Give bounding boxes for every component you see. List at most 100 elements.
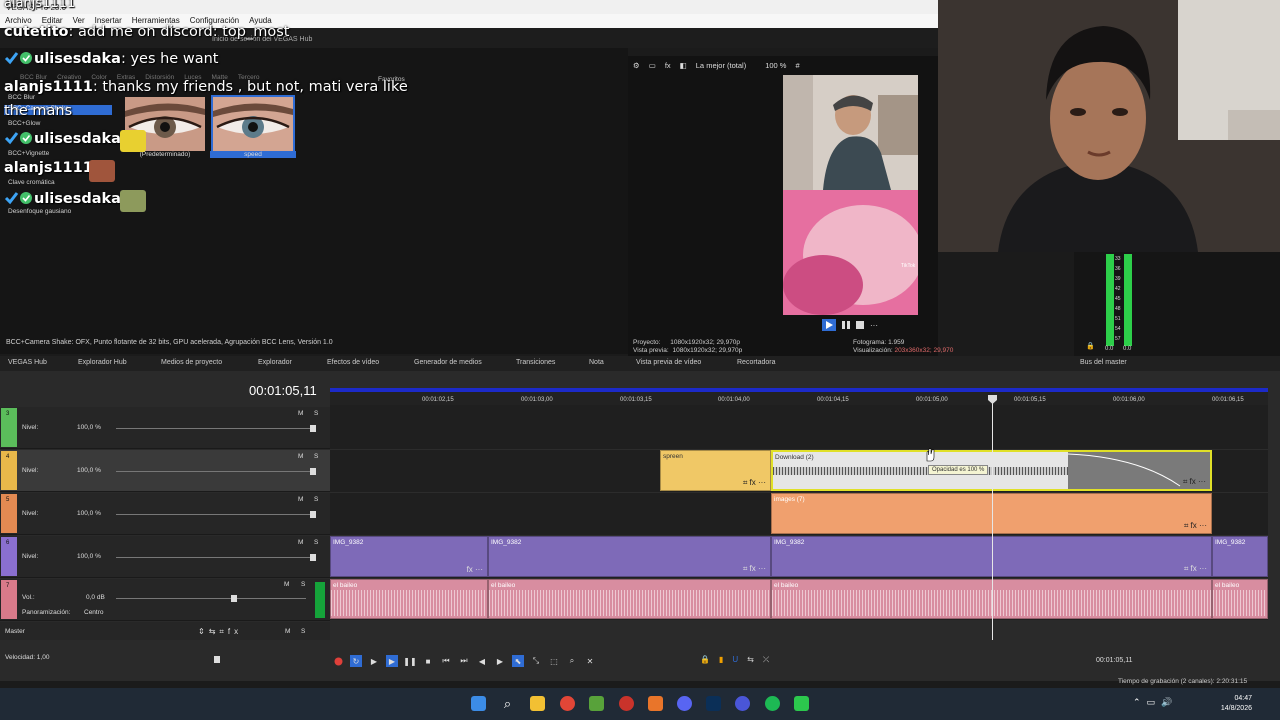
fx-icon[interactable]: ⌗ fx ···	[743, 564, 766, 574]
solo-button[interactable]: S	[314, 496, 318, 503]
clock[interactable]: 04:47 14/8/2026	[1214, 694, 1252, 714]
fx-item[interactable]: BCC+Vignette	[8, 150, 49, 157]
delete-icon[interactable]: ✕	[584, 655, 596, 667]
clip-img-9382[interactable]: IMG_9382 ⌗ fx ···	[488, 536, 771, 577]
auto-crossfade-icon[interactable]: ⤫	[763, 655, 769, 665]
loop-icon[interactable]: ↻	[350, 655, 362, 667]
clip-audio-el-baileo[interactable]: el baileo	[488, 579, 771, 619]
tab-nota[interactable]: Nota	[589, 359, 604, 366]
master-tools-icons[interactable]: ⇕⇆⌗fx	[198, 627, 242, 637]
level-slider[interactable]	[116, 471, 316, 472]
fx-item[interactable]: Clave cromática	[8, 179, 55, 186]
ripple-icon[interactable]: ⇆	[747, 655, 754, 665]
pause-icon[interactable]: ❚❚	[403, 655, 416, 667]
edit-tool-icon[interactable]: ⬉	[512, 655, 524, 667]
volume-slider[interactable]	[116, 598, 306, 599]
vegas-icon[interactable]	[735, 696, 750, 711]
marker-icon[interactable]: ▮	[719, 655, 723, 665]
playhead-cursor[interactable]	[992, 395, 993, 640]
pause-icon[interactable]	[842, 321, 850, 329]
tab-generador-medios[interactable]: Generador de medios	[414, 359, 482, 366]
level-slider-knob[interactable]	[310, 425, 316, 432]
timeline-lanes[interactable]: spreen ⌗ fx ··· Download (2) ⌗ fx ··· Op…	[330, 405, 1268, 620]
solo-button[interactable]: S	[301, 628, 305, 635]
fx-icon[interactable]: fx ···	[467, 565, 483, 574]
go-to-start-icon[interactable]: ⏮	[440, 655, 452, 667]
track-header-6[interactable]: 6 Nivel: 100,0 % M S	[0, 536, 330, 578]
fx-item[interactable]: BCC Blur	[8, 94, 35, 101]
discord-icon[interactable]	[677, 696, 692, 711]
photoshop-icon[interactable]	[706, 696, 721, 711]
lock-icon[interactable]: 🔒	[1086, 342, 1095, 350]
tray-icons[interactable]: ⌃▭🔊	[1133, 697, 1178, 708]
track-header-5[interactable]: 5 Nivel: 100,0 % M S	[0, 493, 330, 535]
grid-icon[interactable]: #	[795, 61, 799, 70]
selection-tool-icon[interactable]: ⬚	[548, 655, 560, 667]
loop-region-bar[interactable]	[330, 388, 1268, 392]
fx-icon[interactable]: ⌗ fx ···	[1183, 477, 1206, 487]
stop-icon[interactable]: ■	[422, 655, 434, 667]
play-icon[interactable]: ▶	[386, 655, 398, 667]
stop-icon[interactable]	[856, 321, 864, 329]
file-explorer-icon[interactable]	[530, 696, 545, 711]
gear-icon[interactable]: ⚙	[633, 61, 640, 70]
track-header-4[interactable]: 4 Nivel: 100,0 % M S	[0, 450, 330, 492]
next-frame-icon[interactable]: ▶	[494, 655, 506, 667]
fx-icon[interactable]: ⌗ fx ···	[1184, 521, 1207, 531]
tab-medios-proyecto[interactable]: Medios de proyecto	[161, 359, 222, 366]
clip-audio-el-baileo[interactable]: el baileo	[1212, 579, 1268, 619]
play-from-start-icon[interactable]: ▶	[368, 655, 380, 667]
clip-img-9382[interactable]: IMG_9382	[1212, 536, 1268, 577]
tab-explorador-hub[interactable]: Explorador Hub	[78, 359, 127, 366]
mute-button[interactable]: M	[298, 496, 303, 503]
record-icon[interactable]	[332, 655, 344, 667]
solo-button[interactable]: S	[314, 453, 318, 460]
level-slider[interactable]	[116, 514, 316, 515]
start-icon[interactable]	[471, 696, 486, 711]
zoom-dropdown[interactable]: 100 %	[765, 61, 786, 70]
fx-item[interactable]: Desenfoque gausiano	[8, 208, 71, 215]
spotify-icon[interactable]	[765, 696, 780, 711]
track-header-7-audio[interactable]: 7 Vol.: 0,0 dB Panoramización: Centro M …	[0, 579, 330, 621]
clip-img-9382[interactable]: IMG_9382 fx ···	[330, 536, 488, 577]
fx-icon[interactable]: ⌗ fx ···	[743, 478, 766, 488]
go-to-end-icon[interactable]: ⏭	[458, 655, 470, 667]
external-monitor-icon[interactable]: ▭	[649, 61, 656, 70]
chrome-icon[interactable]	[560, 696, 575, 711]
split-screen-icon[interactable]: ◧	[680, 61, 687, 70]
tab-efectos-video[interactable]: Efectos de vídeo	[327, 359, 379, 366]
level-slider-knob[interactable]	[310, 511, 316, 518]
mute-button[interactable]: M	[298, 539, 303, 546]
level-slider-knob[interactable]	[310, 468, 316, 475]
preset-thumbnail-speed[interactable]	[211, 95, 295, 153]
tab-vista-previa[interactable]: Vista previa de vídeo	[636, 359, 701, 366]
fx-icon[interactable]: ⌗ fx ···	[1184, 564, 1207, 574]
tab-vegas-hub[interactable]: VEGAS Hub	[8, 359, 47, 366]
volume-slider-knob[interactable]	[231, 595, 237, 602]
tab-transiciones[interactable]: Transiciones	[516, 359, 555, 366]
solo-button[interactable]: S	[301, 581, 305, 588]
level-slider[interactable]	[116, 557, 316, 558]
mute-button[interactable]: M	[298, 453, 303, 460]
level-slider[interactable]	[116, 428, 316, 429]
playhead-marker-icon[interactable]	[988, 395, 997, 404]
play-icon[interactable]	[822, 319, 836, 331]
zoom-tool-icon[interactable]: ⌕	[566, 655, 578, 667]
tab-bus-master[interactable]: Bus del master	[1080, 359, 1127, 366]
clip-audio-el-baileo[interactable]: el baileo	[330, 579, 488, 619]
prev-frame-icon[interactable]: ◀	[476, 655, 488, 667]
more-icon[interactable]: ···	[870, 321, 878, 330]
speed-slider-knob[interactable]	[214, 656, 220, 663]
solo-button[interactable]: S	[314, 410, 318, 417]
mute-button[interactable]: M	[298, 410, 303, 417]
brave-icon[interactable]	[648, 696, 663, 711]
app-icon[interactable]	[794, 696, 809, 711]
mute-button[interactable]: M	[285, 628, 290, 635]
fx-icon[interactable]: fx	[665, 61, 671, 70]
clip-spreen[interactable]: spreen ⌗ fx ···	[660, 450, 771, 491]
snap-icon[interactable]: U	[732, 655, 738, 665]
envelope-tool-icon[interactable]: ⤡	[530, 655, 542, 667]
solo-button[interactable]: S	[314, 539, 318, 546]
search-icon[interactable]: ⌕	[500, 696, 515, 711]
quality-dropdown[interactable]: La mejor (total)	[696, 61, 746, 70]
